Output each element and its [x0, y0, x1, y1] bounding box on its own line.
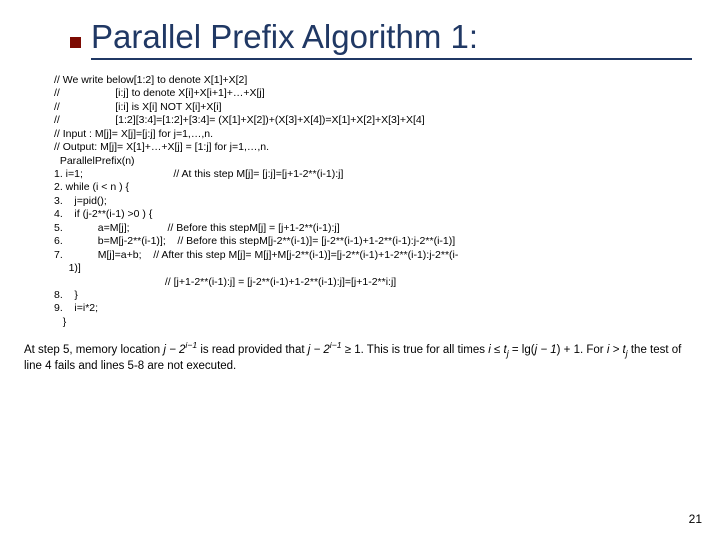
page-number: 21 — [689, 512, 702, 526]
caption-part: ) + 1. For — [557, 344, 607, 356]
step-caption: At step 5, memory location j − 2i−1 is r… — [24, 343, 682, 374]
algorithm-code: // We write below[1:2] to denote X[1]+X[… — [54, 74, 692, 329]
title-bullet — [70, 37, 81, 48]
caption-part: ≥ 1. This is true for all times — [342, 344, 489, 356]
caption-part: j − 2 — [308, 344, 330, 356]
caption-part: = lg( — [509, 344, 535, 356]
caption-exp: i−1 — [330, 340, 342, 350]
caption-part: is read provided that — [197, 344, 308, 356]
caption-part: i ≤ t — [488, 344, 506, 356]
caption-part: j − 2 — [163, 344, 185, 356]
caption-exp: i−1 — [185, 340, 197, 350]
caption-part: i > t — [607, 344, 626, 356]
caption-part: j − 1 — [535, 344, 557, 356]
caption-part: At step 5, memory location — [24, 344, 163, 356]
slide-title: Parallel Prefix Algorithm 1: — [91, 18, 692, 60]
